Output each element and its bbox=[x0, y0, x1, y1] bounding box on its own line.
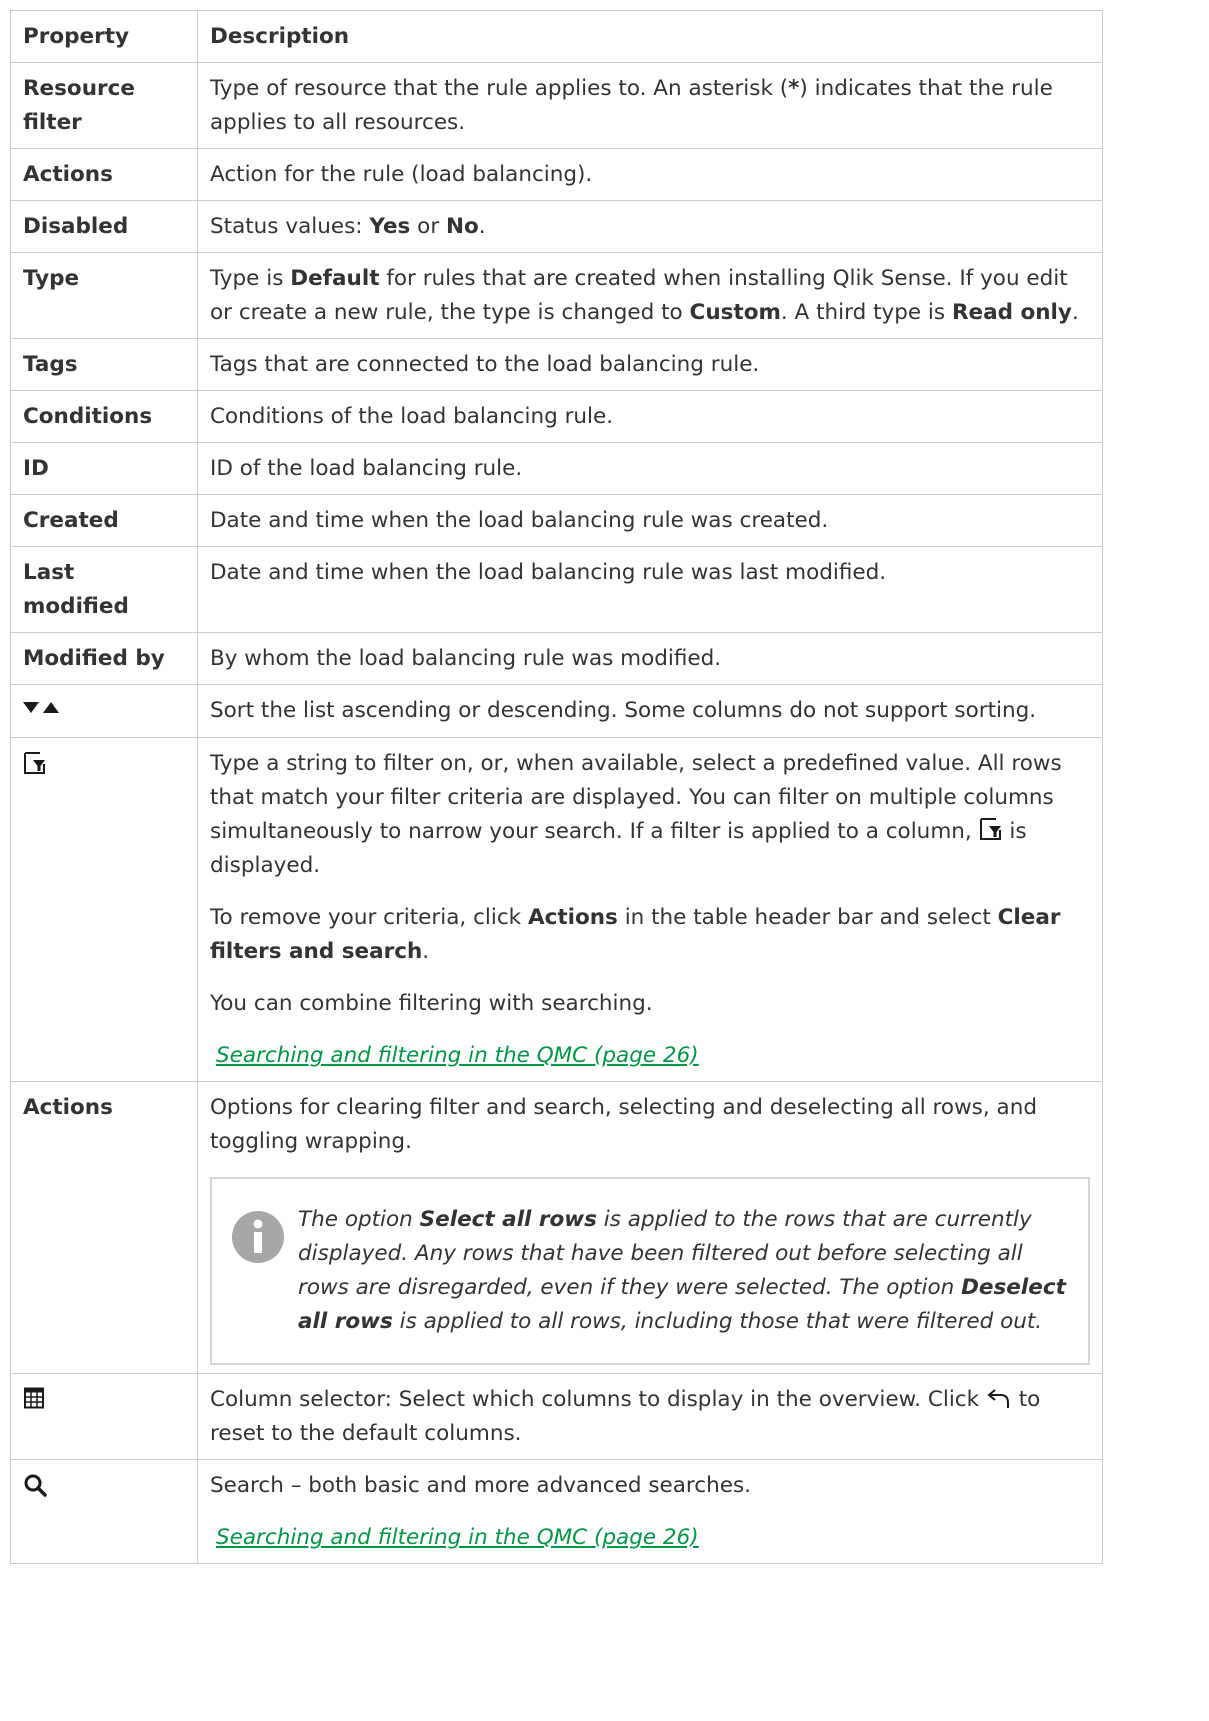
description-cell: Type a string to filter on, or, when ava… bbox=[197, 737, 1103, 1082]
actions-label: Actions bbox=[527, 905, 618, 930]
property-cell bbox=[10, 1459, 198, 1564]
searching-filtering-link[interactable]: Searching and filtering in the QMC (page… bbox=[210, 1043, 699, 1068]
remove-criteria-paragraph: To remove your criteria, click Actions i… bbox=[210, 901, 1090, 969]
property-cell: Conditions bbox=[10, 390, 198, 443]
property-cell bbox=[10, 1373, 198, 1460]
reset-arrow-icon bbox=[987, 1389, 1009, 1408]
table-row: Resource filter Type of resource that th… bbox=[10, 62, 1103, 149]
text: Type a string to filter on, or, when ava… bbox=[210, 751, 1062, 844]
table-row: Type Type is Default for rules that are … bbox=[10, 252, 1103, 339]
note-box: The option Select all rows is applied to… bbox=[210, 1177, 1090, 1365]
description-cell: Search – both basic and more advanced se… bbox=[197, 1459, 1103, 1564]
text: The option bbox=[298, 1207, 420, 1232]
column-selector-icon bbox=[24, 1387, 44, 1409]
text: . bbox=[478, 214, 486, 239]
text: . bbox=[1071, 300, 1079, 325]
text: . A third type is bbox=[780, 300, 952, 325]
property-cell: Actions bbox=[10, 1081, 198, 1374]
description-cell: Date and time when the load balancing ru… bbox=[197, 546, 1103, 633]
text: Column selector: Select which columns to… bbox=[210, 1387, 986, 1412]
asterisk: * bbox=[788, 76, 800, 101]
filter-paragraph: Type a string to filter on, or, when ava… bbox=[210, 747, 1090, 883]
text: Type of resource that the rule applies t… bbox=[210, 76, 789, 101]
type-read-only: Read only bbox=[951, 300, 1072, 325]
properties-table: Property Description Resource filter Typ… bbox=[10, 10, 1103, 1564]
text: Status values: bbox=[210, 214, 370, 239]
description-cell: Column selector: Select which columns to… bbox=[197, 1373, 1103, 1460]
filter-icon bbox=[979, 818, 1001, 840]
filter-icon bbox=[24, 752, 45, 774]
search-icon bbox=[24, 1474, 47, 1497]
actions-description: Options for clearing filter and search, … bbox=[210, 1095, 1037, 1154]
searching-filtering-link[interactable]: Searching and filtering in the QMC (page… bbox=[210, 1525, 699, 1550]
table-row: Last modified Date and time when the loa… bbox=[10, 546, 1103, 633]
property-cell bbox=[10, 684, 198, 738]
table-row: Actions Action for the rule (load balanc… bbox=[10, 148, 1103, 201]
property-cell: Disabled bbox=[10, 200, 198, 253]
property-cell: Tags bbox=[10, 338, 198, 391]
table-row: Conditions Conditions of the load balanc… bbox=[10, 390, 1103, 443]
value-no: No bbox=[446, 214, 479, 239]
value-yes: Yes bbox=[369, 214, 411, 239]
description-cell: Conditions of the load balancing rule. bbox=[197, 390, 1103, 443]
type-default: Default bbox=[290, 266, 380, 291]
description-cell: Type is Default for rules that are creat… bbox=[197, 252, 1103, 339]
table-row: ID ID of the load balancing rule. bbox=[10, 442, 1103, 495]
table-row: Actions Options for clearing filter and … bbox=[10, 1081, 1103, 1374]
text: or bbox=[410, 214, 447, 239]
property-cell: ID bbox=[10, 442, 198, 495]
text: in the table header bar and select bbox=[617, 905, 998, 930]
search-description: Search – both basic and more advanced se… bbox=[210, 1473, 751, 1498]
select-all-rows-label: Select all rows bbox=[419, 1207, 597, 1232]
table-row: Created Date and time when the load bala… bbox=[10, 494, 1103, 547]
table-row: Search – both basic and more advanced se… bbox=[10, 1459, 1103, 1564]
description-cell: Status values: Yes or No. bbox=[197, 200, 1103, 253]
table-row: Disabled Status values: Yes or No. bbox=[10, 200, 1103, 253]
table-row: Type a string to filter on, or, when ava… bbox=[10, 737, 1103, 1082]
note-text: The option Select all rows is applied to… bbox=[298, 1203, 1066, 1339]
header-description: Description bbox=[197, 10, 1103, 63]
description-cell: By whom the load balancing rule was modi… bbox=[197, 632, 1103, 685]
description-cell: Date and time when the load balancing ru… bbox=[197, 494, 1103, 547]
property-cell: Actions bbox=[10, 148, 198, 201]
table-row: Modified by By whom the load balancing r… bbox=[10, 632, 1103, 685]
property-cell: Type bbox=[10, 252, 198, 339]
description-cell: Sort the list ascending or descending. S… bbox=[197, 684, 1103, 738]
table-row: Column selector: Select which columns to… bbox=[10, 1373, 1103, 1460]
description-cell: Type of resource that the rule applies t… bbox=[197, 62, 1103, 149]
link-paragraph: Searching and filtering in the QMC (page… bbox=[210, 1039, 1090, 1073]
text: is applied to all rows, including those … bbox=[392, 1309, 1043, 1334]
property-cell: Created bbox=[10, 494, 198, 547]
type-custom: Custom bbox=[689, 300, 781, 325]
text: Type is bbox=[210, 266, 291, 291]
description-cell: ID of the load balancing rule. bbox=[197, 442, 1103, 495]
combine-paragraph: You can combine filtering with searching… bbox=[210, 991, 653, 1016]
property-cell: Resource filter bbox=[10, 62, 198, 149]
description-cell: Action for the rule (load balancing). bbox=[197, 148, 1103, 201]
table-header-row: Property Description bbox=[10, 10, 1103, 63]
description-cell: Tags that are connected to the load bala… bbox=[197, 338, 1103, 391]
table-row: Tags Tags that are connected to the load… bbox=[10, 338, 1103, 391]
description-cell: Options for clearing filter and search, … bbox=[197, 1081, 1103, 1374]
table-row: Sort the list ascending or descending. S… bbox=[10, 684, 1103, 738]
property-cell: Modified by bbox=[10, 632, 198, 685]
property-cell bbox=[10, 737, 198, 1082]
header-property: Property bbox=[10, 10, 198, 63]
info-icon bbox=[232, 1211, 284, 1263]
property-cell: Last modified bbox=[10, 546, 198, 633]
text: . bbox=[422, 939, 430, 964]
sort-arrows-icon bbox=[23, 702, 59, 713]
text: To remove your criteria, click bbox=[210, 905, 528, 930]
link-paragraph: Searching and filtering in the QMC (page… bbox=[210, 1521, 1090, 1555]
